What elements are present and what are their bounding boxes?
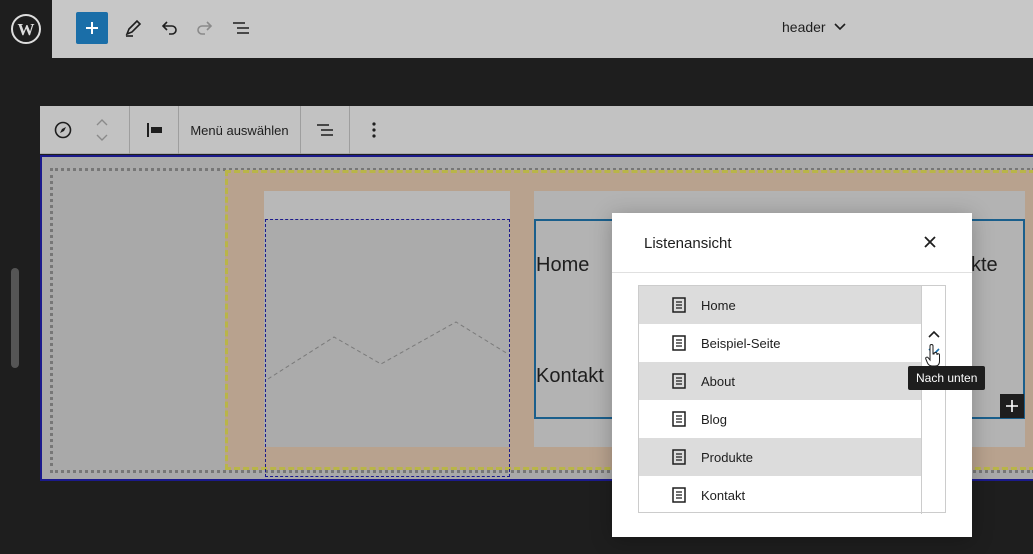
close-button[interactable] bbox=[920, 232, 940, 252]
list-item[interactable]: Blog bbox=[639, 400, 945, 438]
plus-icon bbox=[1006, 400, 1018, 412]
list-view-button[interactable] bbox=[225, 12, 257, 44]
nav-link-kontakt[interactable]: Kontakt bbox=[536, 365, 604, 388]
undo-button[interactable] bbox=[153, 12, 185, 44]
menu-item-list: Home Beispiel-Seite About Blog Produkte … bbox=[638, 285, 946, 514]
list-item-label: Produkte bbox=[701, 449, 754, 465]
list-item[interactable]: Home bbox=[639, 286, 945, 324]
menu-select-label: Menü auswählen bbox=[190, 122, 289, 138]
chevron-down-icon bbox=[834, 23, 846, 31]
block-toolbar: Menü auswählen bbox=[40, 106, 1033, 154]
chevron-down-icon bbox=[96, 134, 108, 141]
hand-cursor-icon bbox=[925, 344, 940, 367]
page-icon bbox=[672, 297, 688, 313]
document-title-dropdown[interactable]: header bbox=[782, 19, 846, 35]
justify-button[interactable] bbox=[135, 106, 175, 154]
compass-icon bbox=[54, 121, 71, 139]
list-item-label: Blog bbox=[701, 411, 728, 427]
scrollbar-thumb[interactable] bbox=[11, 268, 19, 368]
list-item-label: Beispiel-Seite bbox=[701, 335, 781, 351]
chevron-up-icon[interactable] bbox=[928, 330, 940, 338]
editor-top-toolbar: header bbox=[52, 0, 1033, 58]
list-view-icon bbox=[233, 22, 249, 34]
list-item-label: Home bbox=[701, 297, 736, 313]
nav-link-produkte[interactable]: kte bbox=[971, 254, 998, 277]
tools-button[interactable] bbox=[117, 12, 149, 44]
plus-icon bbox=[86, 22, 98, 34]
list-item-label: About bbox=[701, 373, 735, 389]
image-top-band bbox=[264, 191, 510, 219]
options-button[interactable] bbox=[352, 106, 396, 154]
redo-icon bbox=[197, 21, 213, 35]
document-title: header bbox=[782, 19, 826, 35]
add-menu-item-button[interactable] bbox=[1000, 394, 1024, 418]
move-down-tooltip: Nach unten bbox=[908, 366, 986, 390]
modal-title: Listenansicht bbox=[644, 235, 732, 252]
modal-divider bbox=[612, 272, 972, 273]
wordpress-logo[interactable]: W bbox=[0, 0, 52, 58]
toolbar-divider bbox=[129, 106, 130, 154]
svg-text:W: W bbox=[18, 20, 35, 39]
list-item[interactable]: About bbox=[639, 362, 945, 400]
page-icon bbox=[672, 487, 688, 503]
add-block-button[interactable] bbox=[76, 12, 108, 44]
page-icon bbox=[672, 449, 688, 465]
page-icon bbox=[672, 411, 688, 427]
menu-select-button[interactable]: Menü auswählen bbox=[179, 106, 300, 154]
pen-icon bbox=[125, 19, 142, 37]
list-item[interactable]: Beispiel-Seite bbox=[639, 324, 945, 362]
list-item[interactable]: Kontakt bbox=[639, 476, 945, 514]
close-icon bbox=[924, 236, 936, 248]
list-view-toggle-button[interactable] bbox=[301, 106, 349, 154]
redo-button[interactable] bbox=[189, 12, 221, 44]
nav-link-home[interactable]: Home bbox=[536, 254, 589, 277]
page-icon bbox=[672, 373, 688, 389]
more-vertical-icon bbox=[372, 122, 376, 138]
toolbar-divider bbox=[349, 106, 350, 154]
page-icon bbox=[672, 335, 688, 351]
undo-icon bbox=[161, 21, 177, 35]
list-item-label: Kontakt bbox=[701, 487, 746, 503]
list-item[interactable]: Produkte bbox=[639, 438, 945, 476]
move-control[interactable] bbox=[921, 400, 945, 438]
move-control[interactable] bbox=[921, 286, 945, 324]
list-view-icon bbox=[317, 124, 333, 136]
justify-left-icon bbox=[147, 123, 162, 137]
wordpress-icon: W bbox=[11, 14, 41, 44]
move-control[interactable] bbox=[921, 438, 945, 476]
navigation-block-button[interactable] bbox=[40, 106, 85, 154]
image-selection-outline bbox=[265, 219, 510, 477]
move-up-down-control[interactable] bbox=[88, 106, 116, 154]
move-control[interactable] bbox=[921, 476, 945, 514]
chevron-up-icon bbox=[96, 119, 108, 126]
